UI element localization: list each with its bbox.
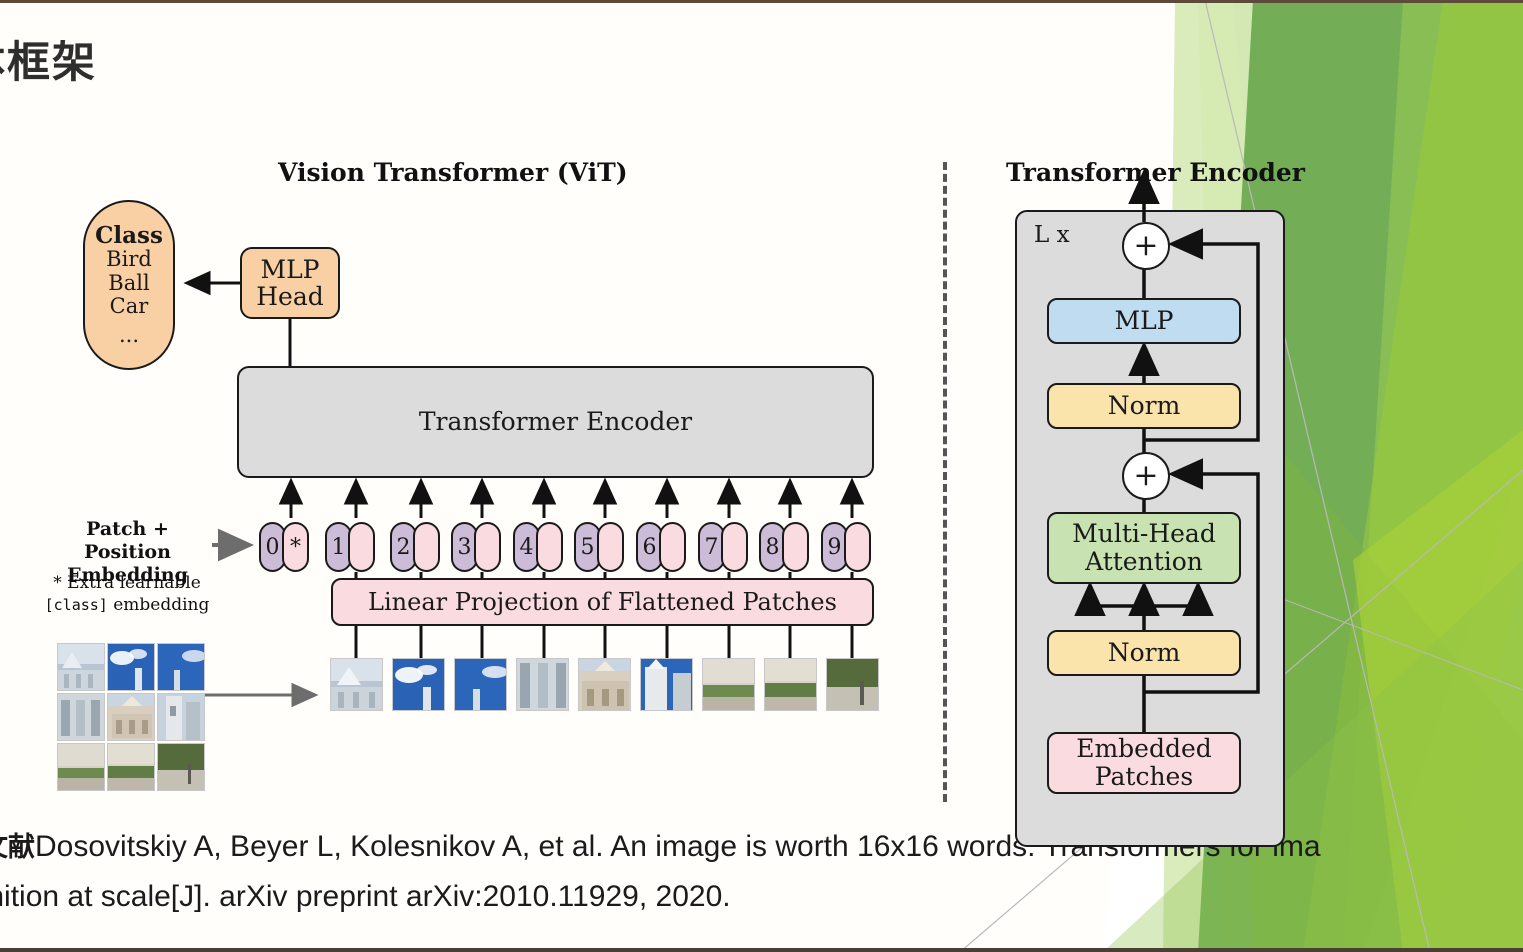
- token-9: 9: [821, 522, 871, 572]
- encoder-mlp-box: MLP: [1047, 298, 1241, 344]
- slide-top-rule: [0, 0, 1523, 3]
- mha-line1: Multi-Head: [1072, 519, 1216, 548]
- slide-canvas: 体框架 Vision Transformer (ViT) Transformer…: [0, 0, 1523, 952]
- patch-thumbnail-8: [764, 658, 817, 711]
- token-5-embed: [597, 522, 624, 572]
- token-4-embed: [536, 522, 563, 572]
- patch-thumbnail-9: [826, 658, 879, 711]
- source-grid-patch-8: [107, 743, 155, 791]
- token-4: 4: [513, 522, 563, 572]
- source-grid-patch-9: [157, 743, 205, 791]
- embedded-line1: Embedded: [1076, 734, 1212, 763]
- token-6-embed: [659, 522, 686, 572]
- source-grid-patch-1: [57, 643, 105, 691]
- source-grid-patch-6: [157, 693, 205, 741]
- token-8-embed: [782, 522, 809, 572]
- token-7: 7: [698, 522, 748, 572]
- mlp-head-box: MLP Head: [240, 247, 340, 319]
- class-item-ball: Ball: [108, 270, 150, 295]
- residual-add-bottom: +: [1122, 452, 1170, 500]
- token-8: 8: [759, 522, 809, 572]
- token-3: 3: [451, 522, 501, 572]
- token-9-embed: [844, 522, 871, 572]
- patch-thumbnail-2: [392, 658, 445, 711]
- token-5: 5: [574, 522, 624, 572]
- residual-add-top: +: [1122, 222, 1170, 270]
- source-grid-patch-7: [57, 743, 105, 791]
- encoder-multihead-attention-box: Multi-Head Attention: [1047, 512, 1241, 584]
- token-6: 6: [636, 522, 686, 572]
- citation-line-2: ognition at scale[J]. arXiv preprint arX…: [0, 880, 731, 914]
- linear-projection-box: Linear Projection of Flattened Patches: [331, 578, 874, 626]
- embedded-patches-box: Embedded Patches: [1047, 732, 1241, 794]
- mha-line2: Attention: [1085, 547, 1203, 576]
- source-grid-patch-5: [107, 693, 155, 741]
- token-1: 1: [325, 522, 375, 572]
- source-grid-patch-4: [57, 693, 105, 741]
- token-7-embed: [721, 522, 748, 572]
- patch-thumbnail-4: [516, 658, 569, 711]
- class-item-ellipsis: ...: [118, 322, 140, 347]
- embedded-line2: Patches: [1094, 762, 1194, 791]
- vit-architecture-figure: Vision Transformer (ViT) Transformer Enc…: [0, 140, 1340, 847]
- transformer-encoder-box: Transformer Encoder: [237, 366, 874, 478]
- page-title: 体框架: [0, 38, 97, 88]
- source-grid-patch-2: [107, 643, 155, 691]
- token-0-star: *: [282, 522, 309, 572]
- mlp-head-line2: Head: [256, 282, 324, 311]
- patch-thumbnail-5: [578, 658, 631, 711]
- patch-thumbnail-7: [702, 658, 755, 711]
- class-box-heading: Class: [95, 222, 163, 250]
- reference-citation: 考文献Dosovitskiy A, Beyer L, Kolesnikov A,…: [0, 822, 1523, 923]
- slide-bottom-rule: [0, 948, 1523, 952]
- citation-line-1: 考文献Dosovitskiy A, Beyer L, Kolesnikov A,…: [0, 822, 1523, 872]
- class-item-bird: Bird: [106, 247, 152, 272]
- encoder-norm-bottom-box: Norm: [1047, 630, 1241, 676]
- encoder-norm-top-box: Norm: [1047, 383, 1241, 429]
- citation-prefix-cn: 考文献: [0, 832, 35, 863]
- token-0: 0 *: [259, 522, 309, 572]
- patch-thumbnail-1: [330, 658, 383, 711]
- token-2-embed: [413, 522, 440, 572]
- class-item-car: Car: [109, 293, 149, 318]
- class-output-box: Class Bird Ball Car ...: [83, 200, 175, 370]
- token-1-embed: [348, 522, 375, 572]
- mlp-head-line1: MLP: [260, 254, 320, 284]
- token-3-embed: [474, 522, 501, 572]
- patch-thumbnail-6: [640, 658, 693, 711]
- source-grid-patch-3: [157, 643, 205, 691]
- encoder-repeat-label: L x: [1034, 222, 1070, 248]
- token-2: 2: [390, 522, 440, 572]
- patch-thumbnail-3: [454, 658, 507, 711]
